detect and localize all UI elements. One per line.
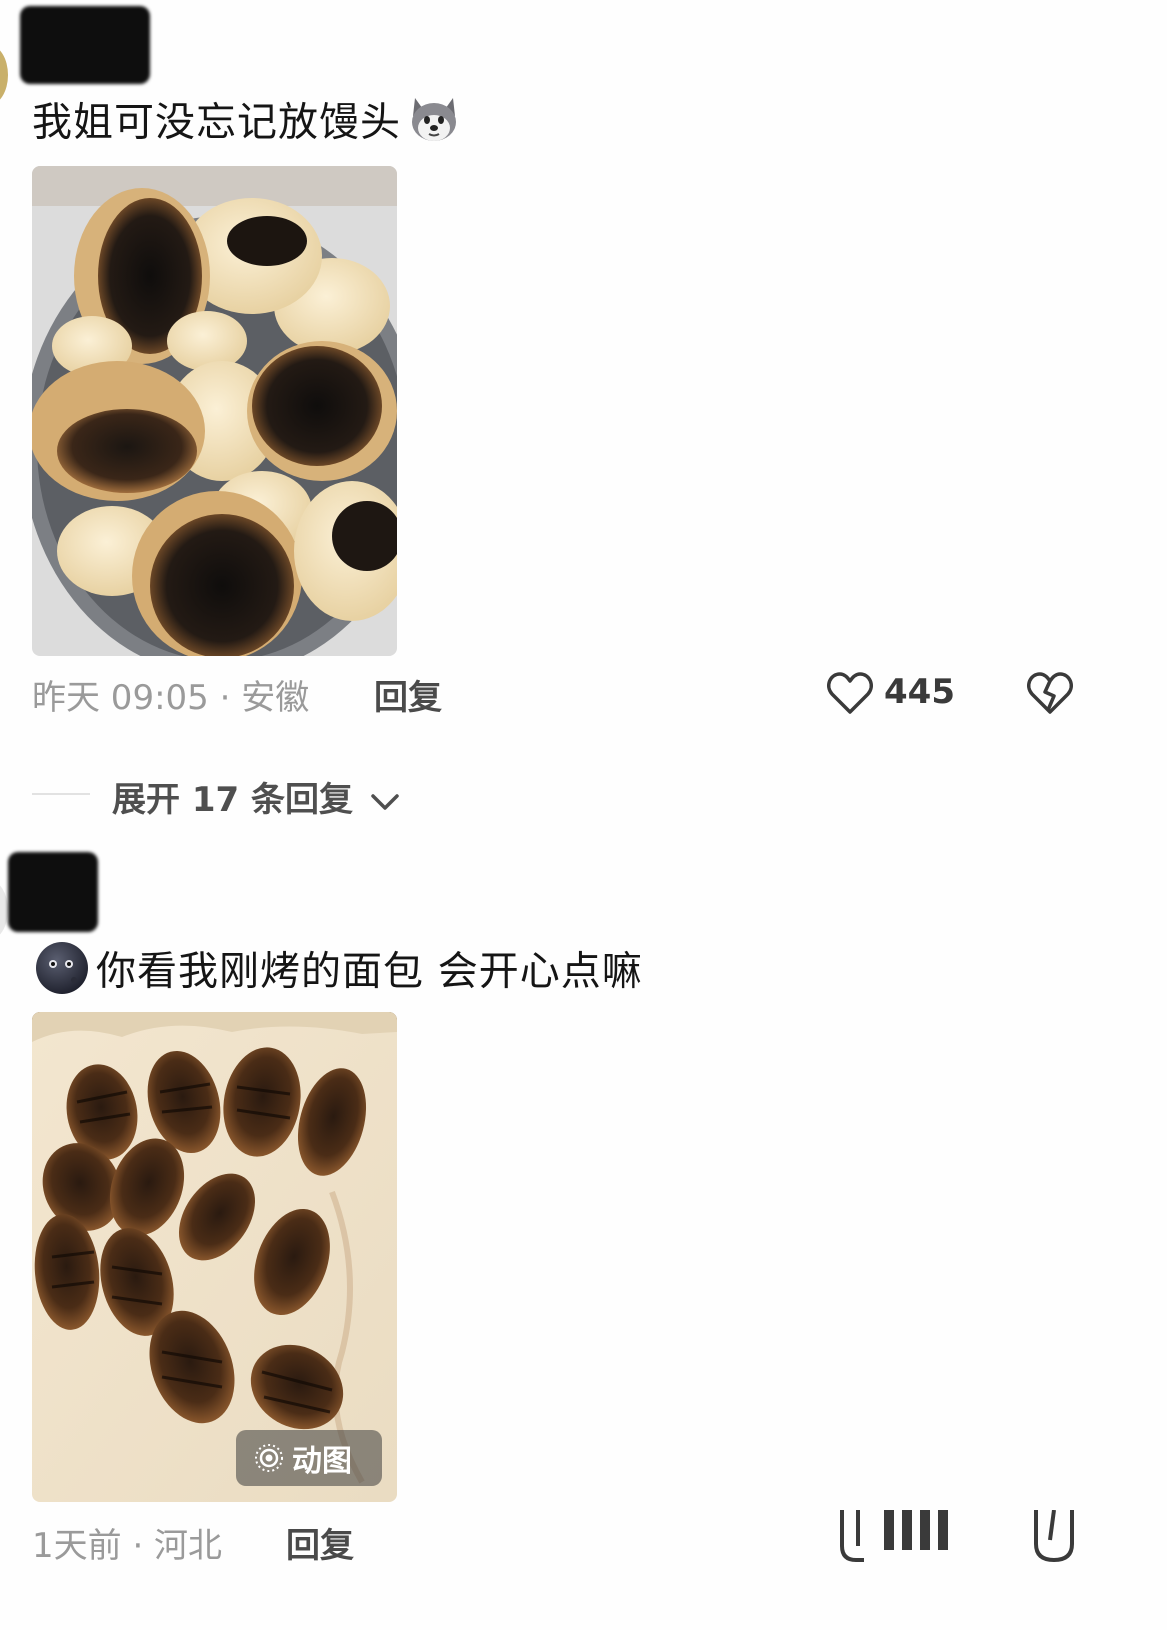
comment-image-croissants[interactable]: 动图 <box>32 1012 397 1502</box>
comment-meta: 昨天 09:05 · 安徽 <box>32 678 310 718</box>
broken-heart-icon[interactable] <box>1030 1509 1078 1570</box>
username-censored[interactable] <box>8 852 98 932</box>
username-censored[interactable] <box>20 6 150 84</box>
dog-face-emoji <box>407 92 461 157</box>
divider <box>32 793 90 795</box>
gif-badge: 动图 <box>236 1430 382 1486</box>
reply-button[interactable]: 回复 <box>374 670 442 719</box>
expand-replies-button[interactable]: 展开 17 条回复 <box>112 772 401 822</box>
live-photo-icon <box>254 1443 284 1473</box>
gif-badge-label: 动图 <box>292 1444 352 1479</box>
avatar[interactable] <box>0 880 8 940</box>
broken-heart-icon[interactable] <box>1026 670 1074 716</box>
chevron-down-icon <box>369 782 401 822</box>
comment-meta: 1天前 · 河北 <box>32 1526 223 1566</box>
comment-text: 我姐可没忘记放馒头 <box>32 92 461 157</box>
reply-button[interactable]: 回复 <box>286 1518 354 1567</box>
dark-moon-face-emoji <box>34 940 90 1007</box>
avatar[interactable] <box>0 45 8 105</box>
heart-outline-icon[interactable] <box>834 1510 954 1570</box>
comment-text: 你看我刚烤的面包 会开心点嘛 <box>34 940 643 1007</box>
heart-outline-icon[interactable] <box>826 670 874 716</box>
comment-image-buns[interactable] <box>32 166 397 656</box>
like-count: 445 <box>884 672 955 712</box>
